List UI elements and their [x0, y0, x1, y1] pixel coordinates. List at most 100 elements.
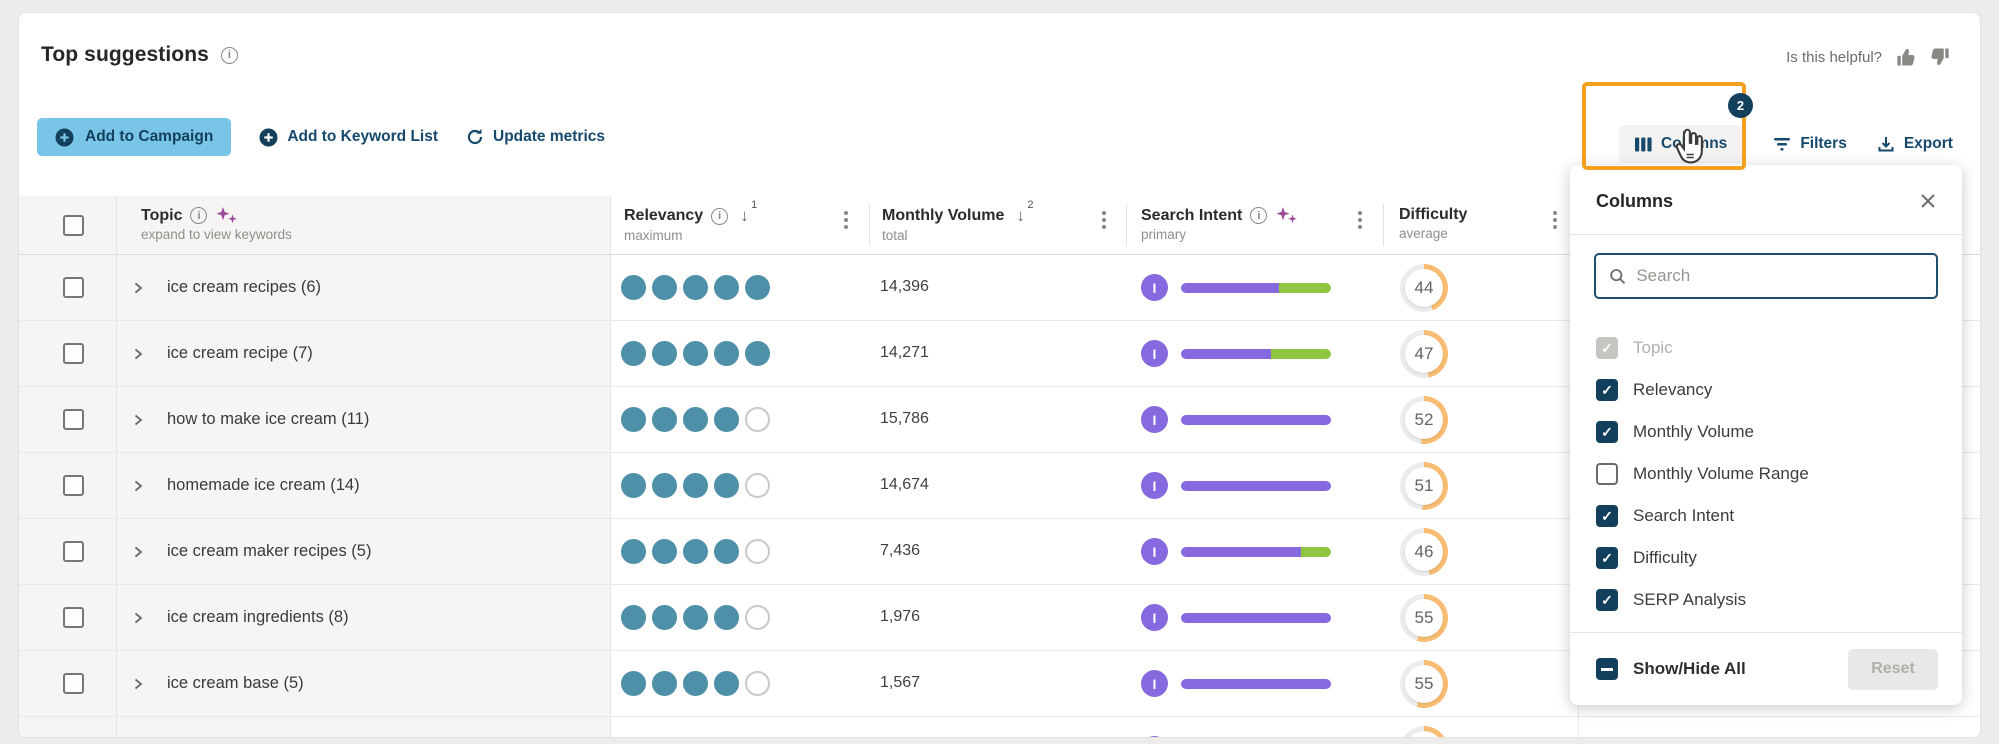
- info-icon[interactable]: [1250, 207, 1267, 224]
- info-icon[interactable]: [190, 207, 207, 224]
- column-toggle-item[interactable]: Monthly Volume Range: [1596, 453, 1938, 495]
- row-checkbox[interactable]: [63, 343, 84, 364]
- columns-button-label: Columns: [1661, 135, 1727, 153]
- row-checkbox[interactable]: [63, 541, 84, 562]
- monthly-volume-value: 14,271: [880, 344, 929, 362]
- topic-link[interactable]: ice cream recipes (6): [167, 278, 321, 297]
- search-intent-badge: I: [1141, 406, 1168, 433]
- topic-link[interactable]: ice cream maker recipes (5): [167, 542, 371, 561]
- search-intent-bar: [1181, 481, 1331, 491]
- search-intent-badge: I: [1141, 274, 1168, 301]
- columns-panel-title: Columns: [1596, 191, 1673, 212]
- difficulty-column-header[interactable]: Difficulty average: [1399, 206, 1467, 241]
- search-intent-bar: [1181, 283, 1331, 293]
- columns-checkbox-list: ✓ Topic ✓ Relevancy ✓ Monthly Volume Mon…: [1596, 327, 1938, 621]
- checkbox[interactable]: ✓: [1596, 589, 1618, 611]
- reset-button[interactable]: Reset: [1848, 649, 1938, 690]
- expand-chevron-icon[interactable]: [131, 280, 145, 296]
- row-checkbox[interactable]: [63, 409, 84, 430]
- filters-button[interactable]: Filters: [1773, 135, 1847, 153]
- topic-link[interactable]: ice cream ingredients (8): [167, 608, 349, 627]
- row-checkbox[interactable]: [63, 475, 84, 496]
- relevancy-column-menu-icon[interactable]: [844, 218, 848, 222]
- search-intent-badge: I: [1141, 670, 1168, 697]
- column-toggle-item[interactable]: ✓ Monthly Volume: [1596, 411, 1938, 453]
- search-intent-column-header[interactable]: Search Intent primary: [1141, 206, 1299, 242]
- select-all-checkbox[interactable]: [63, 215, 84, 236]
- info-icon[interactable]: [711, 208, 728, 225]
- column-toggle-item[interactable]: ✓ SERP Analysis: [1596, 579, 1938, 621]
- difficulty-value: [1400, 726, 1448, 738]
- bulk-actions: Add to Campaign Add to Keyword List Upda…: [37, 118, 605, 156]
- difficulty-value: 47: [1400, 330, 1448, 378]
- expand-chevron-icon[interactable]: [131, 676, 145, 692]
- checkbox[interactable]: ✓: [1596, 505, 1618, 527]
- thumbs-down-icon[interactable]: [1930, 47, 1950, 67]
- ai-sparkles-icon: [1275, 206, 1299, 225]
- checkbox[interactable]: ✓: [1596, 337, 1618, 359]
- row-checkbox[interactable]: [63, 277, 84, 298]
- topic-link[interactable]: how to make ice cream (11): [167, 410, 369, 429]
- expand-chevron-icon[interactable]: [131, 544, 145, 560]
- informational-intent-segment: [1181, 481, 1331, 491]
- row-checkbox[interactable]: [63, 607, 84, 628]
- expand-chevron-icon[interactable]: [131, 412, 145, 428]
- checkbox[interactable]: ✓: [1596, 547, 1618, 569]
- topic-column-header[interactable]: Topic expand to view keywords: [141, 206, 292, 242]
- monthly-volume-column-header[interactable]: Monthly Volume 2 total: [882, 206, 1025, 243]
- checkbox[interactable]: ✓: [1596, 379, 1618, 401]
- relevancy-column-header[interactable]: Relevancy 1 maximum: [624, 206, 749, 243]
- relevancy-dots: [621, 539, 770, 564]
- column-toggle-item[interactable]: ✓ Topic: [1596, 327, 1938, 369]
- info-icon[interactable]: [221, 47, 238, 64]
- monthly-volume-value: 1,976: [880, 608, 920, 626]
- topic-link[interactable]: ice cream base (5): [167, 674, 304, 693]
- add-to-campaign-button[interactable]: Add to Campaign: [37, 118, 231, 156]
- add-to-keyword-list-button[interactable]: Add to Keyword List: [259, 128, 438, 147]
- close-icon[interactable]: [1918, 191, 1938, 211]
- checkbox[interactable]: [1596, 463, 1618, 485]
- filters-label: Filters: [1800, 135, 1847, 153]
- helpful-prompt: Is this helpful?: [1786, 49, 1882, 66]
- columns-button[interactable]: Columns: [1619, 125, 1743, 163]
- checkbox[interactable]: ✓: [1596, 421, 1618, 443]
- monthly-volume-column-menu-icon[interactable]: [1102, 218, 1106, 222]
- column-toggle-item[interactable]: ✓ Relevancy: [1596, 369, 1938, 411]
- informational-intent-segment: [1181, 679, 1331, 689]
- columns-search-box: [1594, 253, 1938, 299]
- expand-chevron-icon[interactable]: [131, 478, 145, 494]
- expand-chevron-icon[interactable]: [131, 346, 145, 362]
- difficulty-gauge: 47: [1400, 330, 1448, 378]
- export-button[interactable]: Export: [1877, 135, 1953, 153]
- topic-link[interactable]: ice cream recipe (7): [167, 344, 313, 363]
- difficulty-column-menu-icon[interactable]: [1553, 218, 1557, 222]
- column-toggle-label: SERP Analysis: [1633, 590, 1746, 610]
- update-metrics-label: Update metrics: [493, 128, 605, 146]
- column-toggle-label: Monthly Volume: [1633, 422, 1754, 442]
- expand-chevron-icon[interactable]: [131, 610, 145, 626]
- row-checkbox[interactable]: [63, 673, 84, 694]
- column-toggle-item[interactable]: ✓ Search Intent: [1596, 495, 1938, 537]
- search-intent-bar: [1181, 547, 1331, 557]
- feedback-area: Is this helpful?: [1786, 47, 1950, 67]
- difficulty-value: 51: [1400, 462, 1448, 510]
- column-toggle-item[interactable]: ✓ Difficulty: [1596, 537, 1938, 579]
- informational-intent-segment: [1181, 415, 1331, 425]
- column-toggle-label: Monthly Volume Range: [1633, 464, 1809, 484]
- thumbs-up-icon[interactable]: [1896, 47, 1916, 67]
- refresh-icon: [466, 128, 484, 146]
- columns-search-input[interactable]: [1636, 266, 1923, 286]
- informational-intent-segment: [1181, 613, 1331, 623]
- sort-arrow-icon[interactable]: 2: [1016, 206, 1025, 226]
- search-intent-column-menu-icon[interactable]: [1358, 218, 1362, 222]
- monthly-volume-value: 1,567: [880, 674, 920, 692]
- sort-arrow-icon[interactable]: 1: [740, 206, 749, 226]
- search-intent-badge: I: [1141, 472, 1168, 499]
- show-hide-all-checkbox[interactable]: [1596, 658, 1618, 680]
- update-metrics-button[interactable]: Update metrics: [466, 128, 605, 146]
- relevancy-dots: [621, 737, 770, 738]
- topic-link[interactable]: homemade ice cream (14): [167, 476, 360, 495]
- difficulty-value: 55: [1400, 660, 1448, 708]
- search-intent-badge: I: [1141, 604, 1168, 631]
- difficulty-gauge: [1400, 726, 1448, 738]
